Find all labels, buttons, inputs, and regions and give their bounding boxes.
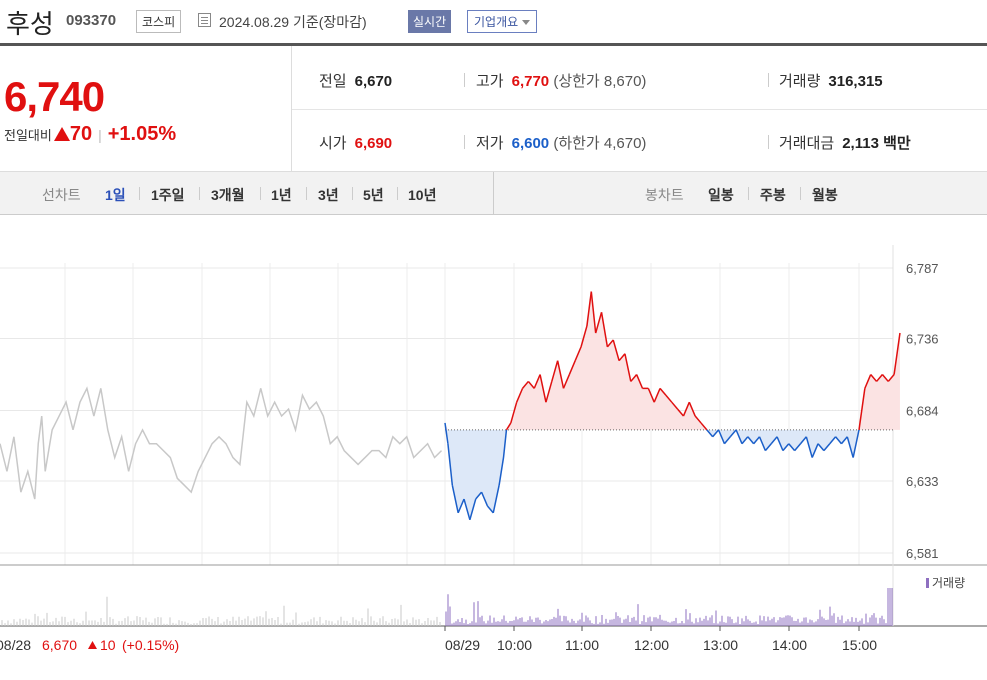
y-tick-label: 6,581 [906, 546, 939, 561]
high-price: 고가 6,770 (상한가 8,670) [476, 73, 647, 90]
stock-code: 093370 [66, 12, 117, 29]
prev-close: 전일 6,670 [319, 73, 393, 90]
x-tick-label: 12:00 [634, 637, 669, 653]
y-tick-label: 6,736 [906, 332, 939, 347]
x-tick-label: 13:00 [703, 637, 738, 653]
candle-chart-label: 봉차트 [645, 187, 684, 203]
prev-change-label: 10 [100, 637, 116, 653]
tab-1w[interactable]: 1주일 [151, 185, 185, 205]
chart-tabs: 선차트 1일 1주일 3개월 1년 3년 5년 10년 봉차트 일봉 주봉 월봉 [0, 171, 987, 215]
x-tick-label: 08/29 [445, 637, 480, 653]
current-price: 6,740 [4, 73, 105, 120]
change-amount: 70 [69, 123, 93, 145]
up-triangle-icon [53, 127, 70, 141]
chevron-down-icon [522, 20, 531, 26]
up-area [445, 291, 900, 430]
volume: 거래량 316,315 [779, 73, 883, 90]
x-tick-label: 10:00 [497, 637, 532, 653]
tab-weekly[interactable]: 주봉 [760, 185, 786, 205]
y-tick-label: 6,633 [906, 474, 939, 489]
prev-day-line [0, 386, 443, 500]
tab-monthly[interactable]: 월봉 [812, 185, 838, 205]
up-triangle-icon [88, 641, 97, 649]
low-price: 저가 6,600 (하한가 4,670) [476, 135, 647, 152]
volume-legend-label: 거래량 [932, 576, 965, 590]
change-percent: +1.05% [107, 123, 177, 145]
x-tick-label: 14:00 [772, 637, 807, 653]
open-price: 시가 6,690 [319, 135, 393, 152]
volume-legend-swatch [926, 578, 929, 588]
prev-change-pct-label: (+0.15%) [122, 637, 179, 653]
tab-3y[interactable]: 3년 [318, 185, 339, 205]
prev-date-label: 08/28 [0, 637, 31, 653]
price-info-grid: 전일 6,670 고가 6,770 (상한가 8,670) 거래량 316,315 시… [292, 46, 987, 171]
tab-1y[interactable]: 1년 [271, 185, 292, 205]
tab-5y[interactable]: 5년 [363, 185, 384, 205]
company-overview-dropdown[interactable]: 기업개요 [467, 10, 538, 33]
y-tick-label: 6,684 [906, 404, 939, 419]
intraday-chart: 6,787 6,736 6,684 6,633 6,581 거래량 08/29 10:00 11… [0, 245, 987, 653]
tab-daily[interactable]: 일봉 [708, 185, 734, 205]
tab-1d[interactable]: 1일 [105, 185, 126, 205]
stock-header: 후성 093370 코스피 2024.08.29 기준(장마감) 실시간 기업개… [0, 0, 987, 46]
x-tick-label: 11:00 [565, 637, 599, 653]
x-tick-label: 15:00 [842, 637, 877, 653]
trade-amount: 거래대금 2,113 백만 [779, 135, 911, 152]
tab-10y[interactable]: 10년 [408, 185, 436, 205]
price-change: 전일대비 70 | +1.05% [4, 123, 177, 145]
price-box: 6,740 전일대비 70 | +1.05% [0, 46, 292, 171]
tab-3m[interactable]: 3개월 [211, 185, 245, 205]
down-area [445, 429, 900, 520]
line-chart-label: 선차트 [42, 187, 81, 203]
y-tick-label: 6,787 [906, 261, 939, 276]
base-date: 2024.08.29 기준(장마감) [219, 14, 367, 30]
change-label: 전일대비 [4, 128, 52, 143]
realtime-button[interactable]: 실시간 [408, 10, 452, 33]
market-badge: 코스피 [136, 10, 182, 33]
company-overview-label: 기업개요 [474, 15, 519, 29]
stock-name: 후성 [6, 9, 54, 39]
calendar-icon [198, 13, 211, 27]
prev-close-label: 6,670 [42, 637, 77, 653]
